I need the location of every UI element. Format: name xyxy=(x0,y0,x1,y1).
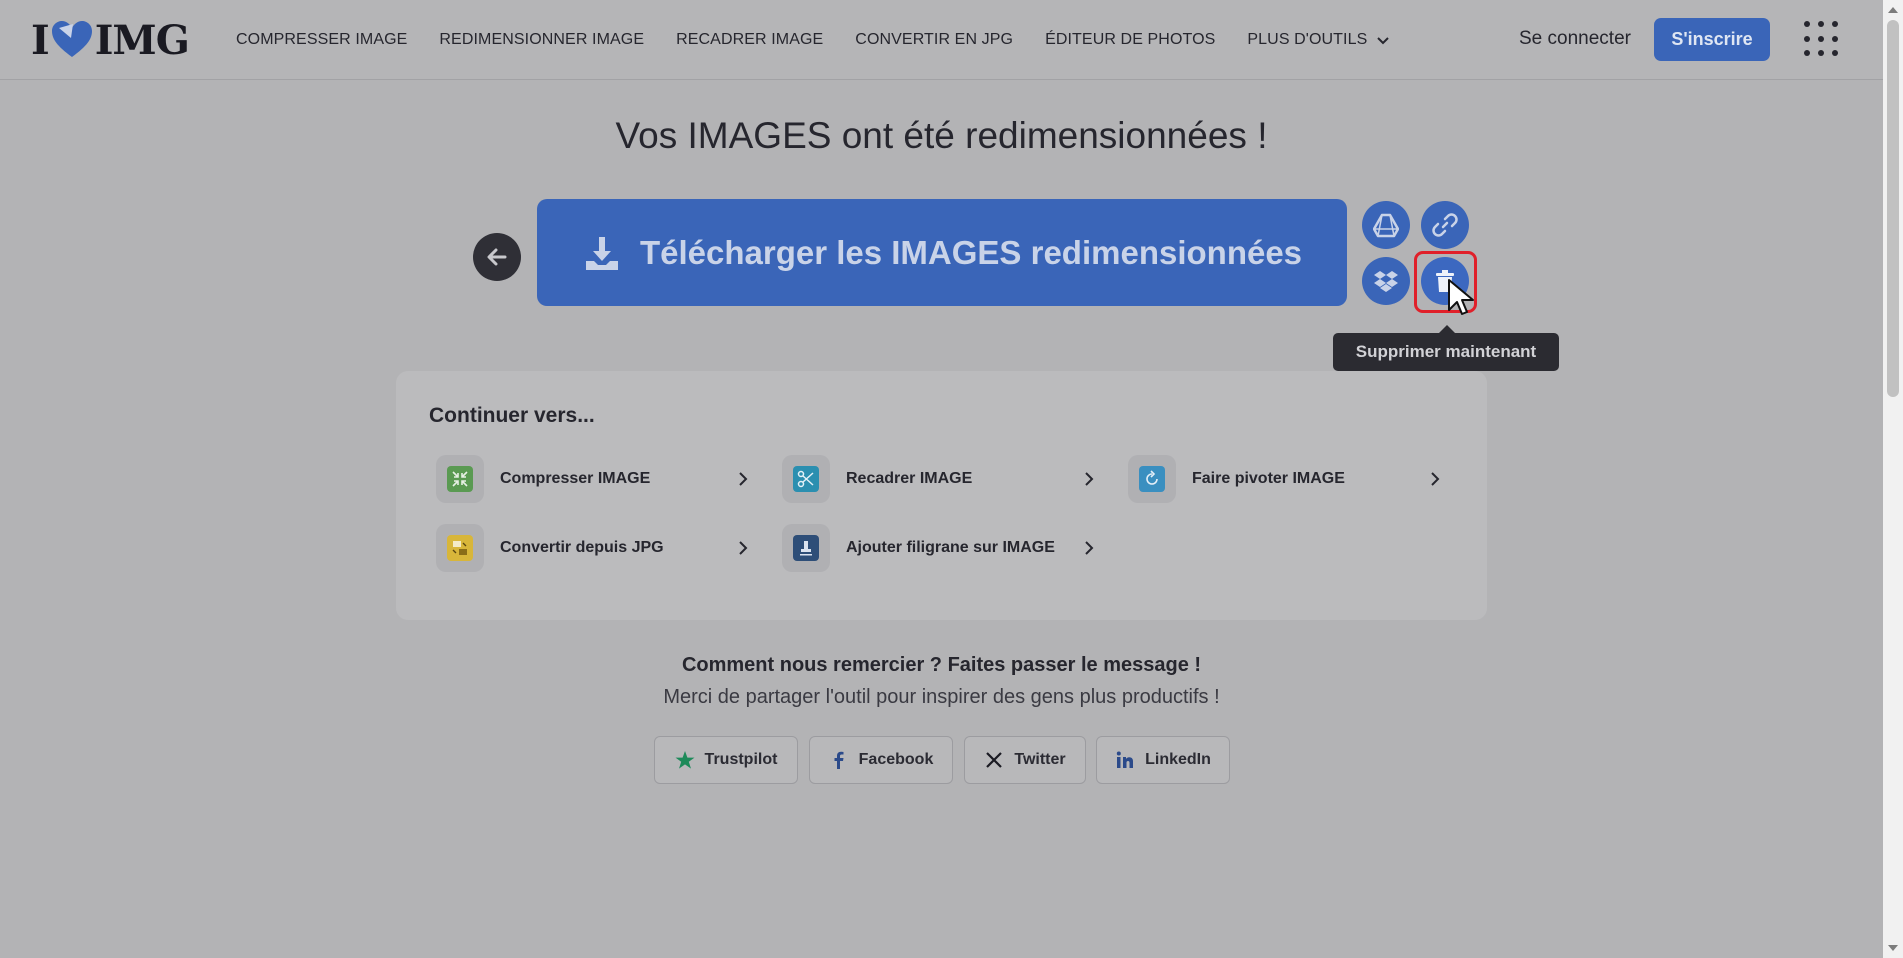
facebook-icon xyxy=(834,751,844,769)
tool-label: Compresser IMAGE xyxy=(500,470,651,487)
continue-title: Continuer vers... xyxy=(429,404,595,427)
logo-letters-img: IMG xyxy=(94,16,190,64)
tool-label: Ajouter filigrane sur IMAGE xyxy=(846,539,1055,556)
tool-label: Recadrer IMAGE xyxy=(846,470,973,487)
signup-button[interactable]: S'inscrire xyxy=(1654,18,1770,61)
share-linkedin-button[interactable]: LinkedIn xyxy=(1096,736,1230,784)
continue-panel: Continuer vers... Compresser IMAGE Recad… xyxy=(396,371,1487,620)
tool-label: Convertir depuis JPG xyxy=(500,539,664,556)
share-twitter-button[interactable]: Twitter xyxy=(964,736,1086,784)
logo-letter-i: I xyxy=(31,16,50,64)
chevron-right-icon xyxy=(739,541,748,555)
link-icon xyxy=(1432,213,1458,237)
share-label: Trustpilot xyxy=(704,751,778,768)
tool-convert-from-jpg[interactable]: Convertir depuis JPG xyxy=(436,520,756,576)
tool-crop-image[interactable]: Recadrer IMAGE xyxy=(782,451,1102,507)
x-icon xyxy=(986,752,1003,768)
apps-grid-icon[interactable] xyxy=(1804,21,1838,57)
top-header: I IMG COMPRESSER IMAGE REDIMENSIONNER IM… xyxy=(0,0,1883,80)
compress-icon xyxy=(436,455,484,503)
share-heading: Comment nous remercier ? Faites passer l… xyxy=(681,654,1202,676)
nav-compress-image[interactable]: COMPRESSER IMAGE xyxy=(236,31,407,49)
chevron-right-icon xyxy=(739,472,748,486)
main-nav: COMPRESSER IMAGE REDIMENSIONNER IMAGE RE… xyxy=(236,0,1391,80)
nav-label: REDIMENSIONNER IMAGE xyxy=(439,31,645,48)
iloveimg-logo[interactable]: I IMG xyxy=(31,16,190,64)
scroll-thumb[interactable] xyxy=(1887,20,1899,397)
convert-icon xyxy=(436,524,484,572)
share-subtext: Merci de partager l'outil pour inspirer … xyxy=(663,686,1220,708)
nav-more-tools[interactable]: PLUS D'OUTILS xyxy=(1247,31,1391,49)
login-link[interactable]: Se connecter xyxy=(1519,28,1631,50)
nav-crop-image[interactable]: RECADRER IMAGE xyxy=(676,31,823,49)
download-label: Télécharger les IMAGES redimensionnées xyxy=(639,233,1303,271)
copy-link-button[interactable] xyxy=(1421,201,1469,249)
dropbox-button[interactable] xyxy=(1362,257,1410,305)
nav-label: RECADRER IMAGE xyxy=(676,31,824,48)
nav-label: COMPRESSER IMAGE xyxy=(236,31,408,48)
page-scrollbar[interactable] xyxy=(1883,0,1903,958)
tool-add-watermark[interactable]: Ajouter filigrane sur IMAGE xyxy=(782,520,1102,576)
nav-convert-to-jpg[interactable]: CONVERTIR EN JPG xyxy=(855,31,1013,49)
nav-label: PLUS D'OUTILS xyxy=(1247,31,1368,48)
share-label: Facebook xyxy=(858,751,934,768)
page-title: Vos IMAGES ont été redimensionnées ! xyxy=(615,115,1268,156)
tool-compress-image[interactable]: Compresser IMAGE xyxy=(436,451,756,507)
scroll-up-arrow-icon[interactable] xyxy=(1888,7,1898,13)
chevron-down-icon xyxy=(1377,37,1390,45)
linkedin-icon xyxy=(1116,751,1134,768)
tool-rotate-image[interactable]: Faire pivoter IMAGE xyxy=(1128,451,1448,507)
dropbox-icon xyxy=(1374,271,1398,292)
crop-icon xyxy=(782,455,830,503)
mouse-cursor-icon xyxy=(1448,279,1474,315)
chevron-right-icon xyxy=(1085,472,1094,486)
chevron-right-icon xyxy=(1085,541,1094,555)
download-button[interactable]: Télécharger les IMAGES redimensionnées xyxy=(537,199,1347,306)
back-button[interactable] xyxy=(473,233,521,281)
nav-label: CONVERTIR EN JPG xyxy=(855,31,1014,48)
heart-icon xyxy=(51,21,92,57)
share-trustpilot-button[interactable]: Trustpilot xyxy=(654,736,798,784)
chevron-right-icon xyxy=(1431,472,1440,486)
watermark-icon xyxy=(782,524,830,572)
nav-resize-image[interactable]: REDIMENSIONNER IMAGE xyxy=(439,31,644,49)
share-label: LinkedIn xyxy=(1145,751,1211,768)
share-label: Twitter xyxy=(1014,751,1066,768)
trustpilot-star-icon xyxy=(675,751,695,769)
download-icon xyxy=(585,236,618,270)
rotate-icon xyxy=(1128,455,1176,503)
arrow-left-icon xyxy=(487,248,507,266)
google-drive-button[interactable] xyxy=(1362,201,1410,249)
google-drive-icon xyxy=(1373,213,1399,238)
scroll-down-arrow-icon[interactable] xyxy=(1888,945,1898,951)
nav-label: ÉDITEUR DE PHOTOS xyxy=(1045,31,1216,48)
delete-tooltip: Supprimer maintenant xyxy=(1333,325,1559,371)
tool-label: Faire pivoter IMAGE xyxy=(1192,470,1345,487)
nav-photo-editor[interactable]: ÉDITEUR DE PHOTOS xyxy=(1045,31,1215,49)
share-facebook-button[interactable]: Facebook xyxy=(809,736,953,784)
